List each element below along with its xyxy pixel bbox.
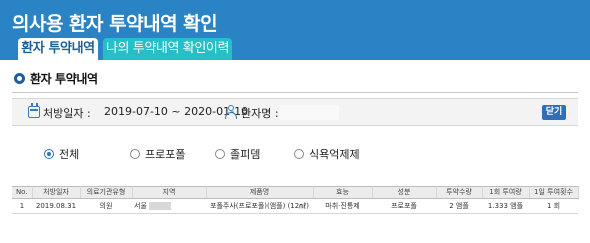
section-divider [12,92,578,93]
table-header-row: No. 처방일자 의료기관유형 지역 제품명 효능 성분 투약수량 1회 투여량… [12,186,579,199]
cell-dose: 1.333 앰플 [482,198,529,214]
person-icon [225,105,237,119]
patient-name [279,105,339,120]
cell-region: 서울 [132,198,206,214]
section-title: 환자 투약내역 [30,71,98,86]
cell-facility-type: 의원 [80,198,132,214]
radio-zolpidem[interactable]: 졸피뎀 [215,146,260,162]
radio-propofol[interactable]: 프로포폴 [130,146,185,162]
header-bar: 의사용 환자 투약내역 확인 환자 투약내역 나의 투약내역 확인이력 [0,0,590,60]
col-efficacy: 효능 [313,186,373,199]
cell-efficacy: 마취·진통제 [313,198,372,214]
radio-unchecked-icon[interactable] [130,149,140,159]
cell-no: 1 [12,198,32,214]
radio-all-label: 전체 [59,148,80,161]
col-no: No. [12,186,33,199]
radio-appetite-label: 식욕억제제 [309,148,360,161]
col-facility-type: 의료기관유형 [80,186,133,199]
page-title: 의사용 환자 투약내역 확인 [12,13,218,35]
radio-checked-icon[interactable] [44,149,54,159]
radio-appetite-suppressant[interactable]: 식욕억제제 [294,146,360,162]
cell-date: 2019.08.31 [32,198,80,214]
close-button[interactable]: 닫기 [542,105,566,120]
radio-all[interactable]: 전체 [44,146,79,162]
col-date: 처방일자 [32,186,81,199]
section-header: 환자 투약내역 [14,69,98,87]
col-region: 지역 [132,186,207,199]
cell-ingredient: 프로포폴 [372,198,436,214]
col-daily-freq: 1일 투여횟수 [529,186,579,199]
tab-my-history[interactable]: 나의 투약내역 확인이력 [103,38,232,60]
period-label: 처방일자 : [43,107,91,120]
radio-zolpidem-label: 졸피뎀 [230,148,261,161]
radio-unchecked-icon[interactable] [294,149,304,159]
col-quantity: 투약수량 [436,186,483,199]
filter-radio-group: 전체 프로포폴 졸피뎀 식욕억제제 [0,146,590,162]
col-ingredient: 성분 [372,186,437,199]
medication-table: No. 처방일자 의료기관유형 지역 제품명 효능 성분 투약수량 1회 투여량… [12,186,579,214]
radio-unchecked-icon[interactable] [215,149,225,159]
bullet-circle-icon [14,72,25,84]
radio-propofol-label: 프로포폴 [145,148,186,161]
col-dose: 1회 투여량 [482,186,530,199]
region-text: 서울 [134,202,147,210]
cell-product: 포폴주사(프로포폴)(앰플) (12㎖) [206,198,313,214]
tab-patient-medication[interactable]: 환자 투약내역 [18,38,98,60]
cell-daily-freq: 1 회 [529,198,578,214]
table-row[interactable]: 1 2019.08.31 의원 서울 포폴주사(프로포폴)(앰플) (12㎖) … [12,198,578,214]
info-bar: 처방일자 : 2019-07-10 ~ 2020-01-10 환자명 : 닫기 [12,98,578,126]
col-product: 제품명 [206,186,314,199]
patient-label: 환자명 : [241,107,279,120]
region-redaction [148,202,171,210]
calendar-icon [28,103,40,118]
cell-quantity: 2 앰플 [436,198,482,214]
